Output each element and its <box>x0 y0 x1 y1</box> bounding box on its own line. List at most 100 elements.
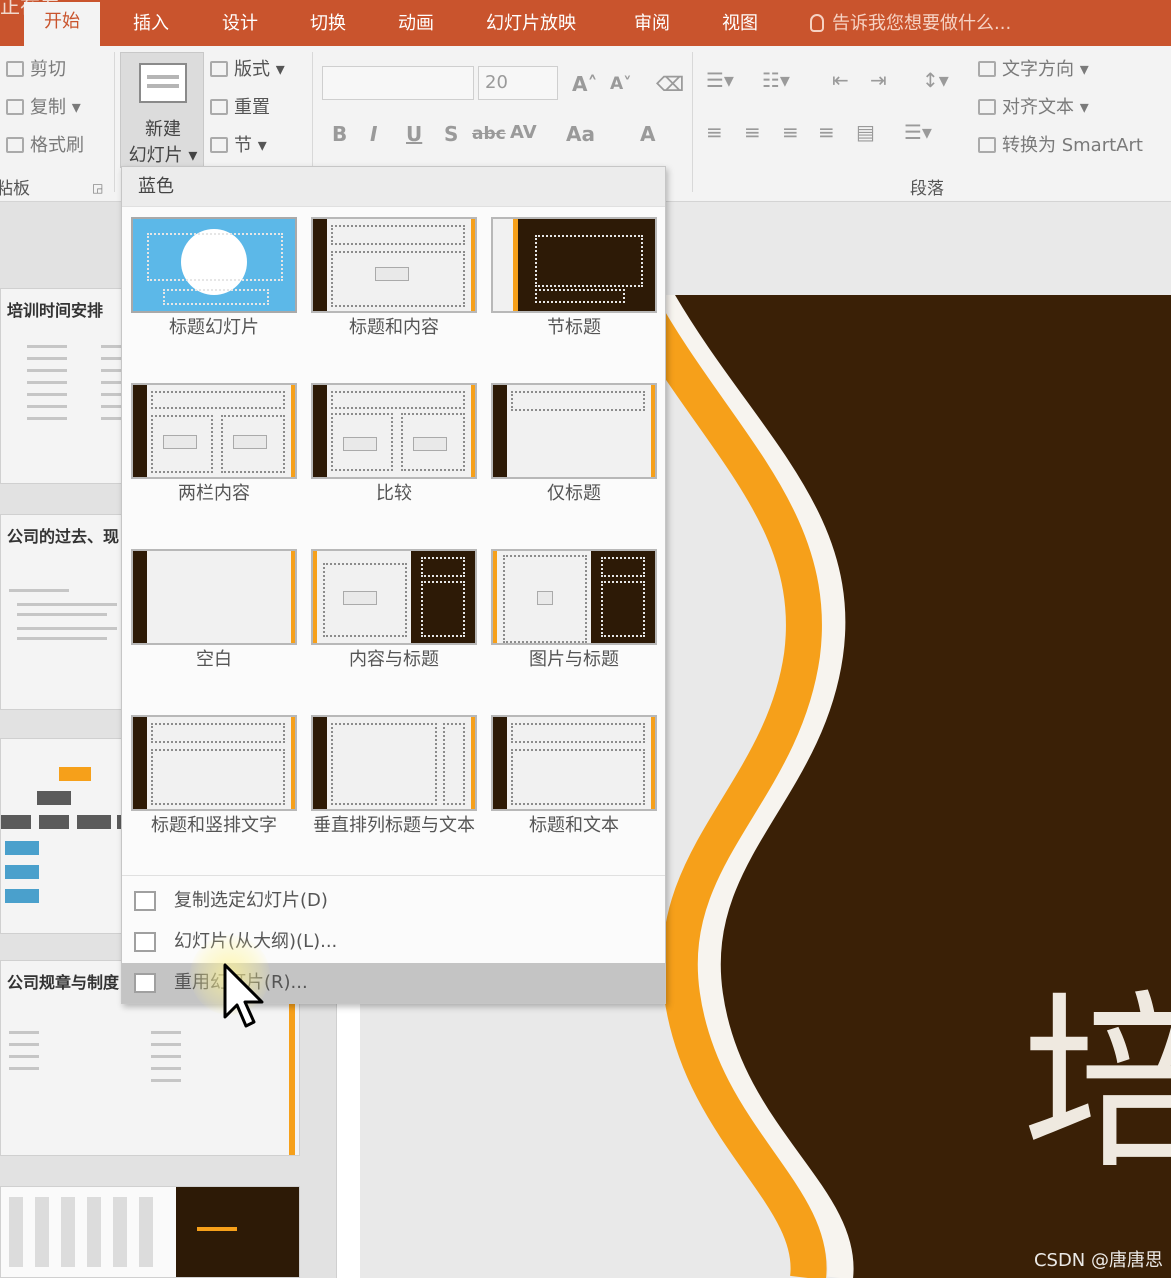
copy-label: 复制 <box>30 97 66 118</box>
text-direction-label: 文字方向 <box>1002 59 1074 80</box>
layout-label: 标题和内容 <box>349 317 439 338</box>
align-text-button[interactable]: 对齐文本 ▾ <box>978 96 1089 120</box>
outline-slides-icon <box>130 928 156 952</box>
font-size-combo[interactable]: 20 <box>478 66 558 100</box>
tab-home[interactable]: 开始 <box>24 2 100 48</box>
layout-label: 内容与标题 <box>349 649 439 670</box>
mouse-pointer-icon <box>223 963 264 1028</box>
layout-two-content[interactable]: 两栏内容 <box>131 383 297 507</box>
clear-format-icon[interactable]: ⌫ <box>656 72 684 96</box>
ribbon-tab-bar: 正在看 开始 插入 设计 切换 动画 幻灯片放映 审阅 视图 告诉我您想要做什么… <box>0 0 1171 48</box>
tab-review[interactable]: 审阅 <box>634 10 670 38</box>
align-center-icon[interactable]: ≡ <box>744 120 761 144</box>
text-direction-icon <box>978 61 996 77</box>
layout-thumbnail <box>491 383 657 479</box>
layout-title-and-text[interactable]: 标题和文本 <box>491 715 657 839</box>
strikethrough-button[interactable]: abc <box>472 124 506 144</box>
group-separator <box>692 52 693 192</box>
align-right-icon[interactable]: ≡ <box>782 120 799 144</box>
copy-button[interactable]: 复制 ▾ <box>6 96 81 120</box>
paragraph-group-label: 段落 <box>910 179 944 199</box>
section-button[interactable]: 节 ▾ <box>210 134 267 158</box>
layout-vertical-title-and-text[interactable]: 垂直排列标题与文本 <box>311 715 477 839</box>
layout-thumbnail <box>491 715 657 811</box>
reset-icon <box>210 99 228 115</box>
slide-title-text[interactable]: 培 <box>1022 985 1171 1185</box>
format-painter-button[interactable]: 格式刷 <box>6 134 84 158</box>
tab-insert[interactable]: 插入 <box>133 10 169 38</box>
pane-scroll-strip[interactable] <box>336 980 360 1278</box>
convert-smartart-button[interactable]: 转换为 SmartArt <box>978 134 1143 158</box>
layout-label: 比较 <box>376 483 412 504</box>
paintbrush-icon <box>6 137 24 153</box>
layout-comparison[interactable]: 比较 <box>311 383 477 507</box>
slide-thumbnail[interactable] <box>0 1186 300 1278</box>
layout-label: 仅标题 <box>547 483 601 504</box>
dialog-launcher-icon[interactable]: ◲ <box>92 176 103 200</box>
format-painter-label: 格式刷 <box>30 135 84 156</box>
thumbnail-title: 公司的过去、现 <box>7 527 120 546</box>
layout-title-only[interactable]: 仅标题 <box>491 383 657 507</box>
decrease-indent-icon[interactable]: ⇤ <box>832 68 849 92</box>
group-separator <box>114 52 115 192</box>
line-spacing-icon[interactable]: ↕▾ <box>922 68 949 92</box>
layout-thumbnail <box>311 715 477 811</box>
shrink-font-icon[interactable]: A˅ <box>610 74 632 94</box>
scissors-icon <box>6 61 24 77</box>
tab-animations[interactable]: 动画 <box>398 10 434 38</box>
layout-thumbnail <box>131 217 297 313</box>
layout-thumbnail <box>131 549 297 645</box>
char-spacing-button[interactable]: AV <box>510 122 537 143</box>
increase-indent-icon[interactable]: ⇥ <box>870 68 887 92</box>
distributed-icon[interactable]: ▤ <box>856 120 875 144</box>
layout-title-and-content[interactable]: 标题和内容 <box>311 217 477 341</box>
cut-button[interactable]: 剪切 <box>6 58 66 82</box>
underline-button[interactable]: U <box>406 122 422 146</box>
smartart-icon <box>978 137 996 153</box>
tab-slideshow[interactable]: 幻灯片放映 <box>486 10 576 38</box>
text-shadow-button[interactable]: S <box>444 122 458 146</box>
grow-font-icon[interactable]: A˄ <box>572 72 597 96</box>
bold-button[interactable]: B <box>332 122 347 146</box>
justify-icon[interactable]: ≡ <box>818 120 835 144</box>
numbering-icon[interactable]: ☷▾ <box>762 68 790 92</box>
layout-label: 空白 <box>196 649 232 670</box>
align-text-icon <box>978 99 996 115</box>
layout-thumbnail <box>311 217 477 313</box>
layout-thumbnail <box>311 383 477 479</box>
layout-label: 垂直排列标题与文本 <box>313 815 475 836</box>
tab-view[interactable]: 视图 <box>722 10 758 38</box>
reset-button[interactable]: 重置 <box>210 96 270 120</box>
columns-icon[interactable]: ☰▾ <box>904 120 932 144</box>
italic-button[interactable]: I <box>370 122 377 146</box>
clipart-figures <box>9 1197 159 1267</box>
section-label: 节 <box>234 135 252 156</box>
change-case-button[interactable]: Aa <box>566 122 595 146</box>
new-slide-icon <box>139 63 187 103</box>
tab-transitions[interactable]: 切换 <box>310 10 346 38</box>
thumbnail-title: 公司规章与制度 <box>7 973 120 992</box>
bullets-icon[interactable]: ☰▾ <box>706 68 734 92</box>
cut-label: 剪切 <box>30 59 66 80</box>
duplicate-slides-menu-item[interactable]: 复制选定幻灯片(D) <box>122 881 665 921</box>
layout-title-slide[interactable]: 标题幻灯片 <box>131 217 297 341</box>
tab-design[interactable]: 设计 <box>222 10 258 38</box>
menu-separator <box>122 875 665 876</box>
layout-blank[interactable]: 空白 <box>131 549 297 673</box>
tell-me-search[interactable]: 告诉我您想要做什么... <box>810 10 1011 38</box>
watermark: CSDN @唐唐思 <box>1033 1250 1163 1271</box>
layout-picture-with-caption[interactable]: 图片与标题 <box>491 549 657 673</box>
thumbnail-dark-panel <box>176 1187 299 1277</box>
new-slide-label-1: 新建 <box>145 119 181 140</box>
section-icon <box>210 137 228 153</box>
font-color-button[interactable]: A <box>640 122 655 146</box>
text-direction-button[interactable]: 文字方向 ▾ <box>978 58 1089 82</box>
new-slide-button[interactable]: 新建 幻灯片 ▾ <box>120 52 204 168</box>
layout-content-with-caption[interactable]: 内容与标题 <box>311 549 477 673</box>
align-left-icon[interactable]: ≡ <box>706 120 723 144</box>
clipboard-group-label: 粘板 <box>0 179 30 199</box>
layout-button[interactable]: 版式 ▾ <box>210 58 285 82</box>
layout-section-header[interactable]: 节标题 <box>491 217 657 341</box>
font-name-combo[interactable] <box>322 66 474 100</box>
layout-title-and-vertical-text[interactable]: 标题和竖排文字 <box>131 715 297 839</box>
